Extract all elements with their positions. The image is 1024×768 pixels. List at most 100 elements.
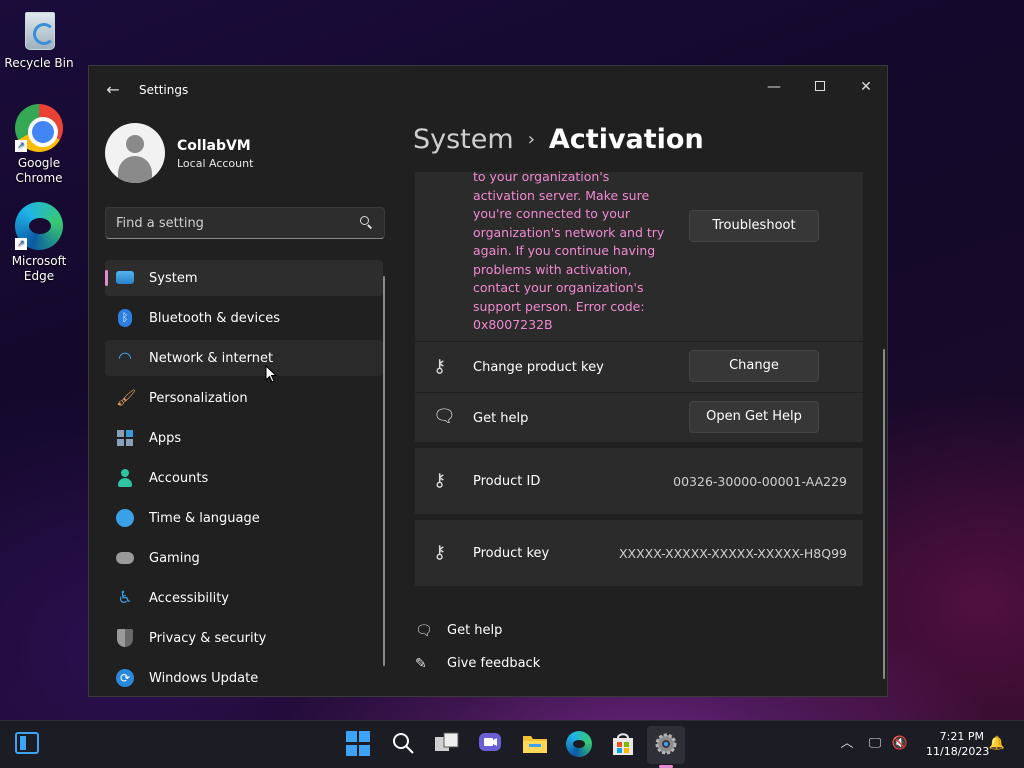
shortcut-arrow-icon: ↗ [15,238,27,250]
sidebar-item-label: Accounts [149,470,209,486]
settings-window: ← Settings — ✕ CollabVM Local Account Sy… [88,65,888,697]
sidebar-item-apps[interactable]: Apps [105,420,383,456]
sidebar-nav: System ᛒ Bluetooth & devices ◠ Network &… [105,260,383,700]
notification-bell-icon: 🔔 [988,736,1006,751]
settings-taskbar-button[interactable] [653,731,679,757]
product-key-value: XXXXX-XXXXX-XXXXX-XXXXX-H8Q99 [618,546,847,561]
change-product-key-row: ⚷ Change product key Change [415,342,863,392]
sidebar-item-label: Accessibility [149,590,229,606]
change-button[interactable]: Change [689,350,819,382]
edge-icon: ↗ [15,202,63,250]
clock-time: 7:21 PM [939,730,984,743]
store-button[interactable] [610,731,636,757]
edge-icon [566,731,592,757]
widgets-button[interactable] [15,732,41,758]
back-button[interactable]: ← [103,80,123,100]
task-view-button[interactable] [434,731,460,757]
product-id-row: ⚷ Product ID 00326-30000-00001-AA229 [415,448,863,514]
sidebar-item-bluetooth-devices[interactable]: ᛒ Bluetooth & devices [105,300,383,336]
sidebar-item-windows-update[interactable]: ⟳ Windows Update [105,660,383,696]
content-scrollbar[interactable] [883,349,885,679]
network-tray-button[interactable]: 🖵 [866,735,884,753]
footer-get-help-link[interactable]: Get help [447,623,502,638]
recycle-bin-icon [19,8,59,52]
user-name: CollabVM [177,138,251,154]
volume-tray-button[interactable]: 🔇 [891,735,909,753]
footer-give-feedback-link[interactable]: Give feedback [447,656,540,671]
sidebar-item-label: Apps [149,430,182,446]
windows-logo-icon [346,731,357,742]
open-get-help-button[interactable]: Open Get Help [689,401,819,433]
monitor-icon [116,271,134,284]
sidebar-scrollbar[interactable] [383,276,385,666]
windows-update-icon: ⟳ [116,669,134,687]
search-icon[interactable] [360,216,372,228]
desktop-icon-google-chrome[interactable]: ↗ Google Chrome [1,104,77,186]
desktop-icon-microsoft-edge[interactable]: ↗ Microsoft Edge [1,202,77,284]
search-box[interactable] [105,207,385,239]
avatar[interactable] [105,123,165,183]
key-icon: ⚷ [433,542,447,563]
help-chat-icon: 🗨 [433,406,456,427]
title-bar: ← Settings — ✕ [89,66,887,114]
arrow-left-icon: ← [106,80,120,99]
bluetooth-icon: ᛒ [118,309,132,327]
file-explorer-button[interactable] [522,731,548,757]
sidebar-item-system[interactable]: System [105,260,383,296]
sidebar-item-label: Time & language [149,510,260,526]
search-input[interactable] [116,214,346,232]
notifications-button[interactable]: 🔔 [988,735,1006,753]
desktop-icon-label: Microsoft Edge [11,254,67,283]
desktop-icon-recycle-bin[interactable]: Recycle Bin [1,8,77,71]
change-product-key-label: Change product key [473,360,604,375]
show-hidden-icons-button[interactable]: ︿ [838,735,856,753]
search-taskbar-button[interactable] [391,731,417,757]
troubleshoot-button[interactable]: Troubleshoot [689,210,819,242]
sidebar-item-label: System [149,270,198,286]
desktop-icon-label: Recycle Bin [4,56,74,70]
apps-grid-icon [116,429,134,447]
window-title: Settings [139,83,189,97]
close-button[interactable]: ✕ [851,72,881,102]
shield-icon [117,629,133,647]
task-view-icon [435,732,459,751]
sidebar-item-accessibility[interactable]: ♿ Accessibility [105,580,383,616]
person-icon [116,469,134,487]
store-icon [613,733,633,755]
minimize-button[interactable]: — [759,72,789,102]
mouse-cursor-icon [265,365,277,383]
key-icon: ⚷ [433,356,447,377]
start-button[interactable] [346,731,372,757]
feedback-icon: ✎ [415,656,427,672]
network-icon: 🖵 [868,736,882,751]
sidebar-item-time-language[interactable]: Time & language [105,500,383,536]
edge-taskbar-button[interactable] [566,731,592,757]
clock-date: 11/18/2023 [926,745,990,758]
desktop-icon-label: Google Chrome [15,156,63,185]
get-help-label: Get help [473,411,529,426]
key-icon: ⚷ [433,470,447,491]
get-help-row: 🗨 Get help Open Get Help [415,393,863,442]
sidebar-item-personalization[interactable]: 🖌 Personalization [105,380,383,416]
folder-icon [523,736,547,753]
chevron-right-icon: › [527,129,535,150]
chat-button[interactable] [478,731,504,757]
sidebar-item-network-internet[interactable]: ◠ Network & internet [105,340,383,376]
volume-muted-icon: 🔇 [891,736,909,751]
sidebar-item-gaming[interactable]: Gaming [105,540,383,576]
product-id-label: Product ID [473,474,541,489]
maximize-button[interactable] [805,72,835,102]
breadcrumb-parent[interactable]: System [413,124,514,155]
minimize-icon: — [767,79,781,95]
sidebar-item-privacy-security[interactable]: Privacy & security [105,620,383,656]
globe-clock-icon [116,509,134,527]
gear-icon [655,733,677,755]
sidebar-item-accounts[interactable]: Accounts [105,460,383,496]
sidebar-item-label: Windows Update [149,670,259,686]
sidebar-item-label: Gaming [149,550,200,566]
clock[interactable]: 7:21 PM 11/18/2023 [926,729,990,759]
activation-error-message: to your organization's activation server… [473,169,665,332]
accessibility-icon: ♿ [117,588,133,608]
shortcut-arrow-icon: ↗ [15,140,27,152]
account-type: Local Account [177,157,254,170]
